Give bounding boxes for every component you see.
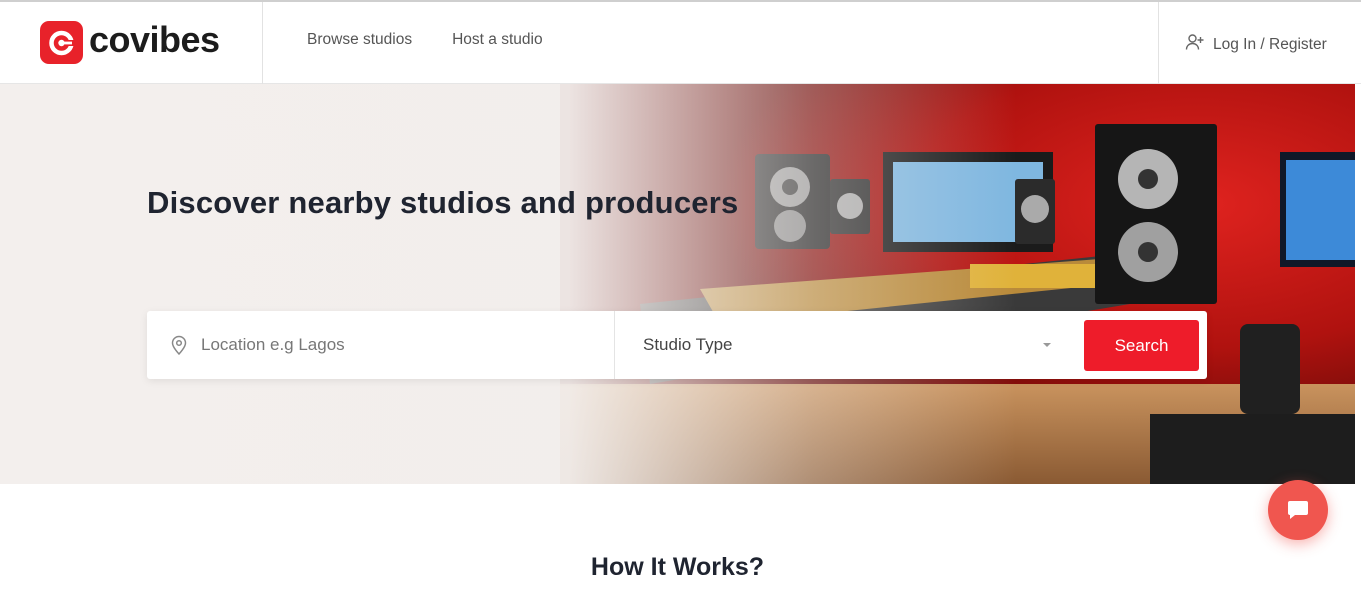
location-input[interactable]	[201, 331, 591, 359]
user-plus-icon	[1185, 32, 1205, 57]
hero-title: Discover nearby studios and producers	[147, 185, 739, 220]
login-register-label: Log In / Register	[1213, 35, 1327, 53]
nav-host-a-studio[interactable]: Host a studio	[452, 30, 542, 50]
brand[interactable]: covibes	[0, 2, 263, 84]
studio-type-label: Studio Type	[643, 335, 733, 354]
auth-section: Log In / Register	[1158, 2, 1361, 84]
brand-name[interactable]: covibes	[89, 18, 220, 62]
login-register-link[interactable]: Log In / Register	[1185, 32, 1327, 57]
site-header: covibes Browse studios Host a studio Log…	[0, 2, 1361, 84]
caret-down-icon	[1043, 343, 1051, 347]
studio-type-select[interactable]: Studio Type	[616, 311, 1066, 379]
location-field[interactable]	[147, 311, 615, 379]
how-it-works-title: How It Works?	[590, 553, 765, 581]
map-pin-icon	[171, 335, 187, 360]
page-scrollbar[interactable]	[1355, 84, 1361, 484]
studio-hero-image	[0, 84, 1355, 484]
covibes-logo-icon[interactable]	[40, 21, 83, 64]
chat-button[interactable]	[1268, 480, 1328, 540]
studio-search-bar: Studio Type Search	[147, 311, 1207, 379]
search-button[interactable]: Search	[1084, 320, 1199, 371]
nav-browse-studios[interactable]: Browse studios	[307, 30, 412, 50]
main-nav: Browse studios Host a studio	[307, 30, 543, 50]
hero-section: Discover nearby studios and producers St…	[0, 84, 1355, 484]
